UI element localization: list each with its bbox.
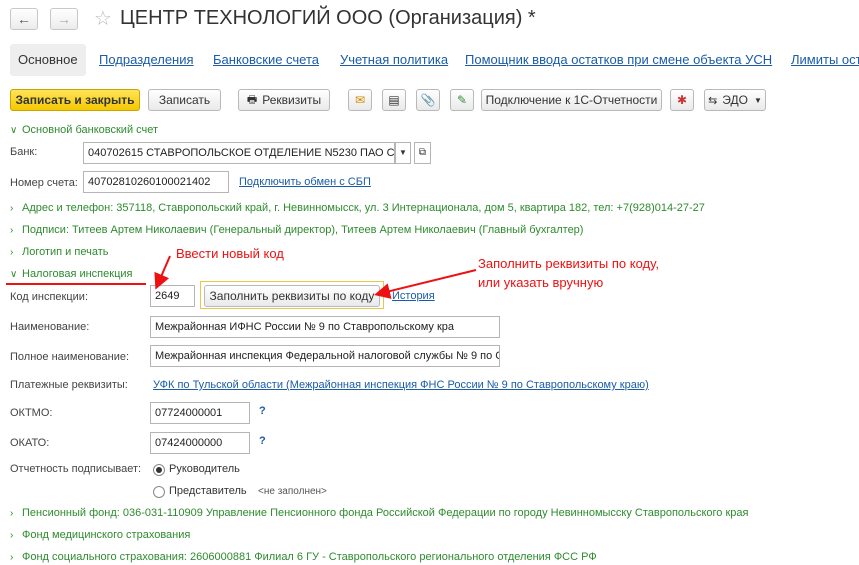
arrow-to-code-field [154, 255, 171, 290]
annotation-arrows [154, 255, 477, 299]
arrow-to-fill-button [374, 269, 477, 299]
